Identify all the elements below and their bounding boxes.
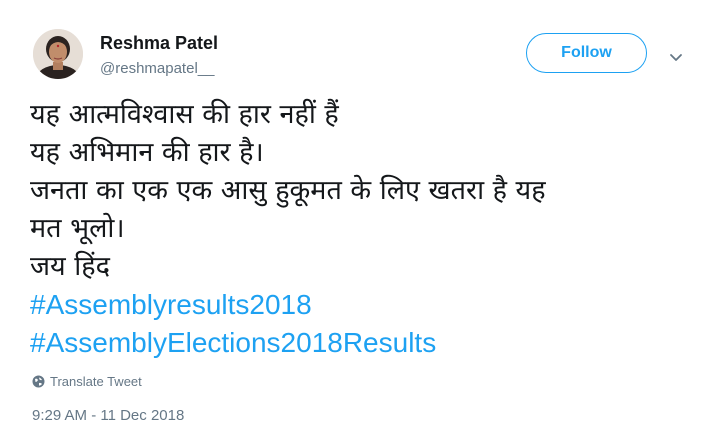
author-handle[interactable]: @reshmapatel__ <box>100 60 214 77</box>
tweet-timestamp[interactable]: 9:29 AM - 11 Dec 2018 <box>32 407 184 424</box>
tweet-text: यह आत्मविश्वास की हार नहीं हैं यह अभिमान… <box>30 96 700 362</box>
author-name[interactable]: Reshma Patel <box>100 33 218 54</box>
tweet-line: जय हिंद <box>30 251 110 282</box>
hashtag-link[interactable]: #Assemblyresults2018 <box>30 286 700 324</box>
follow-button[interactable]: Follow <box>526 33 647 73</box>
tweet-line: यह आत्मविश्वास की हार नहीं हैं <box>30 99 339 130</box>
avatar-image <box>33 29 83 79</box>
globe-icon <box>32 375 45 388</box>
tweet-line: यह अभिमान की हार है। <box>30 137 264 168</box>
tweet-card: Reshma Patel @reshmapatel__ Follow यह आत… <box>0 0 720 438</box>
hashtag-link[interactable]: #AssemblyElections2018Results <box>30 324 700 362</box>
translate-label: Translate Tweet <box>50 374 142 389</box>
translate-tweet-link[interactable]: Translate Tweet <box>32 374 142 389</box>
avatar[interactable] <box>33 29 83 79</box>
tweet-line: जनता का एक एक आसु हुकूमत के लिए खतरा है … <box>30 175 546 206</box>
chevron-down-icon[interactable] <box>669 48 683 61</box>
tweet-line: मत भूलो। <box>30 213 125 244</box>
